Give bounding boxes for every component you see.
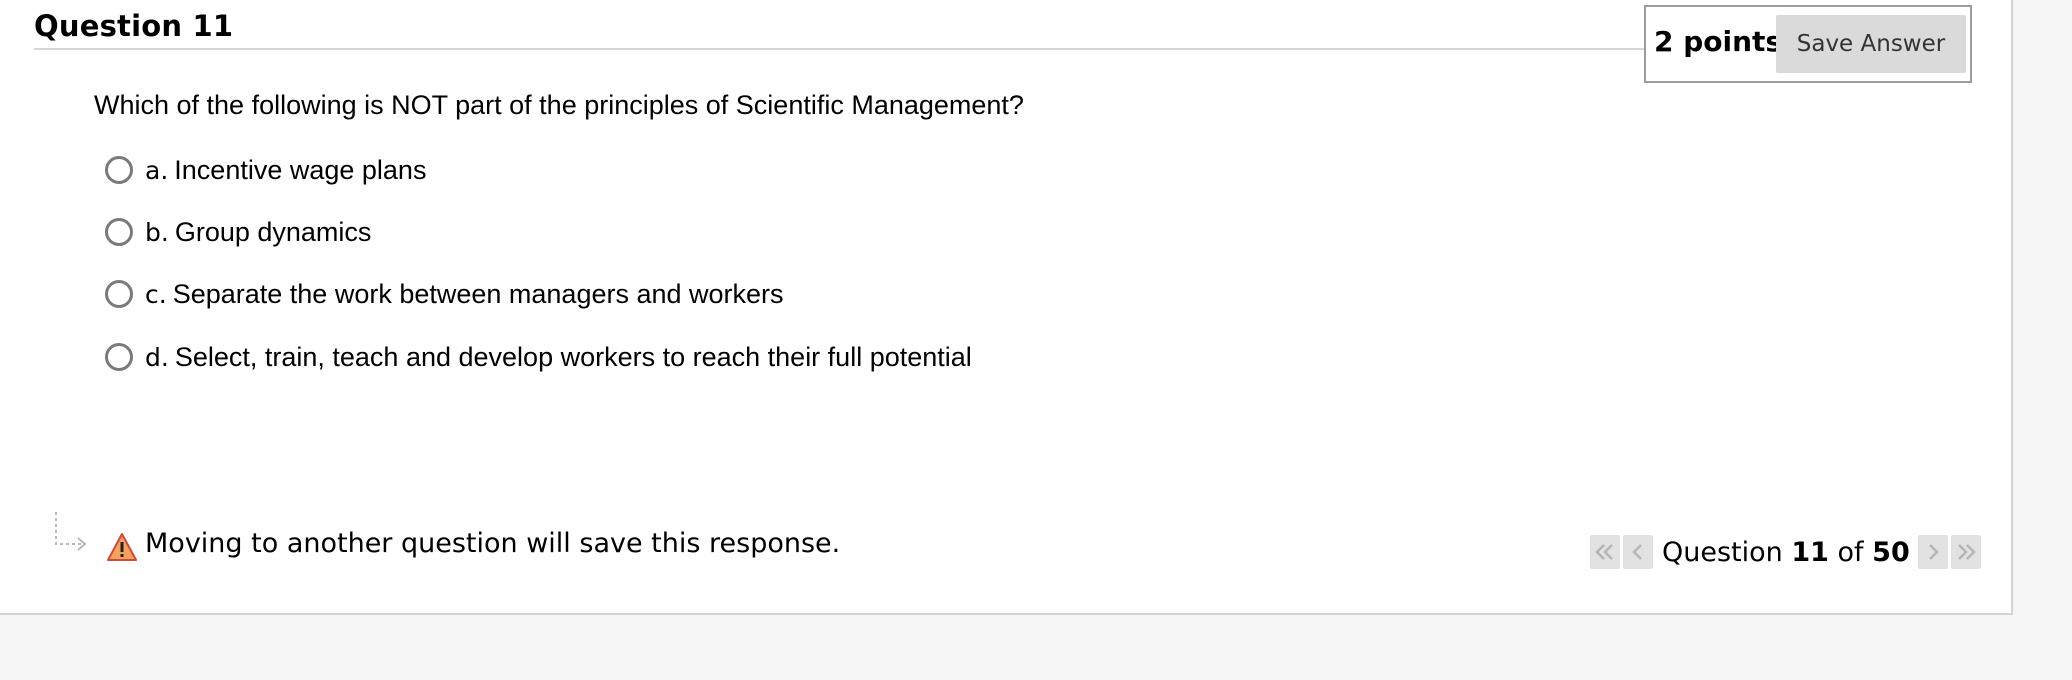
current-question-number: 11 [1791,536,1829,568]
option-letter: a. [145,155,169,185]
double-chevron-right-icon [1957,544,1976,560]
radio-button[interactable] [105,218,133,246]
option-label: Separate the work between managers and w… [172,278,784,309]
question-counter: Question 11 of 50 [1662,537,1910,568]
total-questions: 50 [1872,536,1910,568]
option-label: Group dynamics [174,216,372,247]
counter-prefix: Question [1662,536,1783,568]
option-d[interactable]: d. Select, train, teach and develop work… [105,337,972,377]
question-navigation: Question 11 of 50 [1590,534,1984,570]
last-question-button[interactable] [1950,535,1981,569]
save-warning-text: Moving to another question will save thi… [145,528,841,559]
option-a[interactable]: a. Incentive wage plans [105,150,426,190]
radio-button[interactable] [105,343,133,371]
option-label: Incentive wage plans [174,154,427,185]
double-chevron-left-icon [1595,544,1613,560]
option-b[interactable]: b. Group dynamics [105,212,371,252]
question-panel: Question 11 2 points Save Answer Which o… [0,0,2013,615]
title-divider [34,48,1644,50]
save-answer-button[interactable]: Save Answer [1776,15,1966,73]
option-label: Select, train, teach and develop workers… [174,341,972,372]
counter-of: of [1837,536,1864,568]
question-prompt: Which of the following is NOT part of th… [94,90,1024,120]
option-letter: c. [145,279,167,309]
option-letter: d. [145,342,169,372]
points-value: 2 points [1654,25,1783,58]
chevron-left-icon [1632,544,1642,560]
option-letter: b. [145,217,169,247]
chevron-right-icon [1928,544,1939,560]
first-question-button[interactable] [1590,535,1620,569]
return-arrow-icon [55,512,87,551]
question-title: Question 11 [34,9,234,43]
next-question-button[interactable] [1917,535,1948,569]
radio-button[interactable] [105,280,133,308]
warning-icon [107,533,137,561]
radio-button[interactable] [105,156,133,184]
option-c[interactable]: c. Separate the work between managers an… [105,274,784,314]
previous-question-button[interactable] [1623,535,1653,569]
points-box: 2 points Save Answer [1644,5,1972,83]
